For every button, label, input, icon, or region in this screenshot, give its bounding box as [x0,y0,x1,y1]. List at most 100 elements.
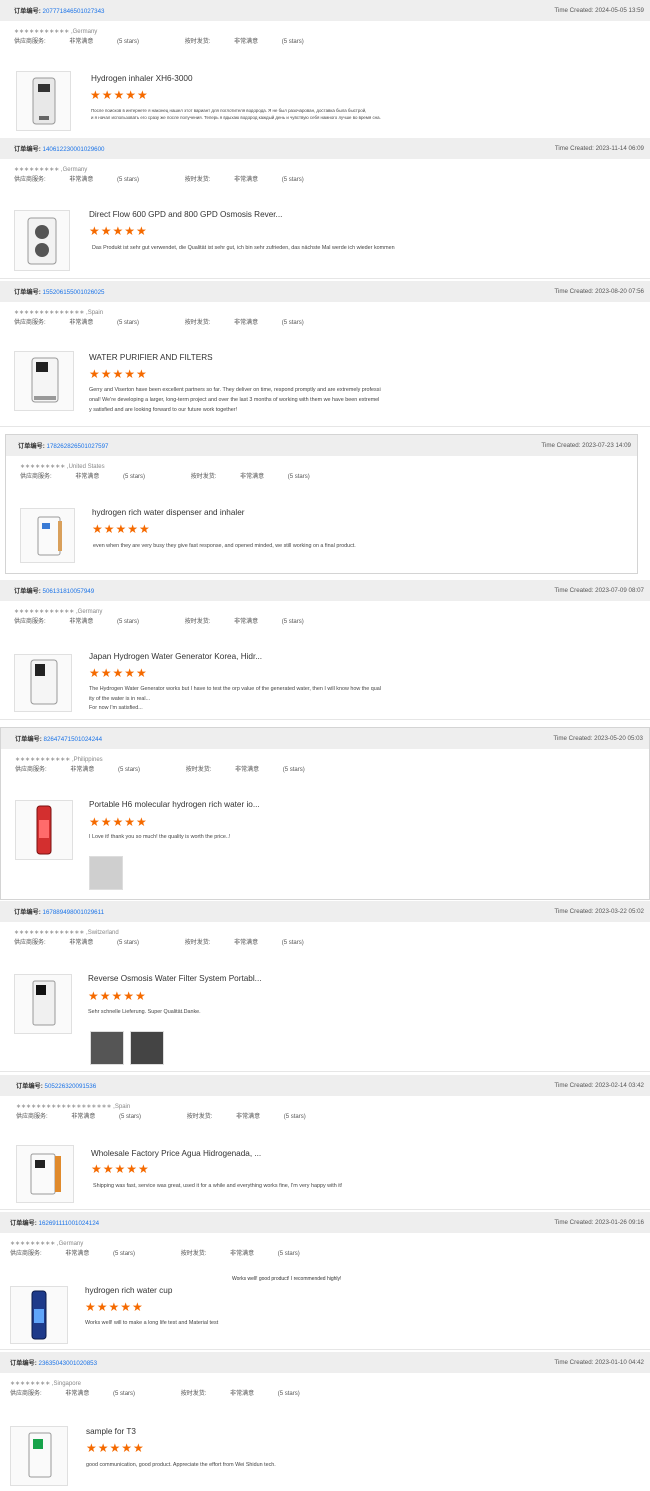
rating-row: 供应商服务: 非常满意 (5 stars) 按时发货: 非常满意 (5 star… [14,619,304,625]
star-rating: ★★★★★ [91,1162,150,1176]
review-header: 订单编号: 155206155001026025 Time Created: 2… [0,281,650,302]
review-comment: The Hydrogen Water Generator works but I… [89,686,381,711]
product-title[interactable]: hydrogen rich water dispenser and inhale… [92,508,244,517]
review-header: 订单编号: 167889498001029611 Time Created: 2… [0,901,650,922]
inhaler-product-icon[interactable] [16,71,71,131]
buyer-info: ∗∗∗∗∗∗∗∗∗∗∗∗ ,Germany [14,609,103,615]
review-header: 订单编号: 140612230001029600 Time Created: 2… [0,138,650,159]
rating-row: 供应商服务: 非常满意 (5 stars) 按时发货: 非常满意 (5 star… [10,1391,300,1397]
review-header: 订单编号: 178262826501027597 Time Created: 2… [6,435,637,456]
star-rating: ★★★★★ [88,989,147,1003]
review-header: 订单编号: 506131810057949 Time Created: 2023… [0,580,650,601]
review-card: 订单编号: 506131810057949 Time Created: 2023… [0,580,650,720]
order-number-link[interactable]: 178262826501027597 [47,443,109,450]
review-card: 订单编号: 140612230001029600 Time Created: 2… [0,138,650,279]
ro-filter-product-icon[interactable] [14,210,70,271]
star-rating: ★★★★★ [89,815,148,829]
star-rating: ★★★★★ [89,224,148,238]
star-rating: ★★★★★ [89,367,148,381]
time-created: 2023-02-14 03:42 [595,1082,644,1089]
product-title[interactable]: Wholesale Factory Price Agua Hidrogenada… [91,1149,261,1158]
order-number-link[interactable]: 505226320091536 [45,1083,97,1090]
order-number-link[interactable]: 155206155001026025 [43,289,105,296]
time-created: 2023-08-20 07:56 [595,288,644,295]
ro-system-product-icon[interactable] [14,974,72,1034]
review-comment: Das Produkt ist sehr gut verwendet, die … [92,245,395,251]
star-rating: ★★★★★ [90,88,149,102]
water-purifier-product-icon[interactable] [14,351,74,411]
review-note: Works well! good product! I recommended … [232,1276,342,1282]
review-comment: После поисков в интернете я наконец наше… [91,108,381,120]
rating-row: 供应商服务: 非常满意 (5 stars) 按时发货: 非常满意 (5 star… [14,940,304,946]
order-number-link[interactable]: 167889498001029611 [43,909,104,916]
order-number-link[interactable]: 140612230001029600 [43,146,105,153]
buyer-info: ∗∗∗∗∗∗∗∗∗ ,United States [20,464,105,470]
review-photo[interactable] [130,1031,164,1065]
time-created: 2024-05-05 13:59 [595,7,644,14]
review-comment: Shipping was fast, service was great, us… [93,1183,343,1189]
star-rating: ★★★★★ [85,1300,144,1314]
order-number-link[interactable]: 236350430010208​53 [39,1360,98,1367]
buyer-info: ∗∗∗∗∗∗∗∗∗∗∗∗∗∗ ,Spain [14,310,104,316]
review-header: 订单编号: 162691111001024124 Time Created: 2… [0,1212,650,1233]
time-created: 2023-07-09 08:07 [595,587,644,594]
rating-row: 供应商服务: 非常满意 (5 stars) 按时发货: 非常满意 (5 star… [14,177,304,183]
time-created: 2023-01-26 09:16 [595,1219,644,1226]
water-cup-product-icon[interactable] [10,1286,68,1344]
review-comment: Sehr schnelle Lieferung. Super Qualität.… [88,1009,201,1015]
review-photo[interactable] [90,1031,124,1065]
review-card: 订单编号: 162691111001024124 Time Created: 2… [0,1212,650,1350]
review-photo[interactable] [89,856,123,890]
product-title[interactable]: Japan Hydrogen Water Generator Korea, Hi… [89,652,262,661]
time-created: 2023-05-20 05:03 [594,735,643,742]
star-rating: ★★★★★ [92,522,151,536]
time-created: 2023-11-14 06:09 [595,145,644,152]
review-comment: good communication, good product. Apprec… [86,1462,276,1468]
buyer-info: ∗∗∗∗∗∗∗∗∗ ,Germany [14,167,88,173]
review-card: 订单编号: 826474715010242​44 Time Created: 2… [0,727,650,900]
rating-row: 供应商服务: 非常满意 (5 stars) 按时发货: 非常满意 (5 star… [14,320,304,326]
agua-dispenser-product-icon[interactable] [16,1145,74,1203]
review-header: 订单编号: 826474715010242​44 Time Created: 2… [1,728,649,749]
star-rating: ★★★★★ [89,666,148,680]
order-number-link[interactable]: 162691111001024124 [39,1220,100,1227]
review-card: 订单编号: 207771846501027343 Time Created: 2… [0,0,650,141]
order-number-link[interactable]: 826474715010242​44 [44,736,103,743]
product-title[interactable]: hydrogen rich water cup [85,1286,172,1295]
product-title[interactable]: Hydrogen inhaler XH6-3000 [91,74,193,83]
dispenser-product-icon[interactable] [20,508,75,563]
product-title[interactable]: Reverse Osmosis Water Filter System Port… [88,974,262,983]
star-rating: ★★★★★ [86,1441,145,1455]
product-title[interactable]: WATER PURIFIER AND FILTERS [89,353,213,362]
order-number-link[interactable]: 207771846501027343 [43,8,105,15]
review-comment: Gerry and Viserton have been excellent p… [89,387,381,413]
rating-row: 供应商服务: 非常满意 (5 stars) 按时发货: 非常满意 (5 star… [10,1251,300,1257]
review-card: 订单编号: 178262826501027597 Time Created: 2… [5,434,638,574]
buyer-info: ∗∗∗∗∗∗∗∗∗ ,Germany [10,1241,84,1247]
buyer-info: ∗∗∗∗∗∗∗∗∗∗∗ ,Philippines [15,757,103,763]
review-comment: Works well! will to make a long life tes… [85,1320,219,1326]
product-title[interactable]: Direct Flow 600 GPD and 800 GPD Osmosis … [89,210,282,219]
rating-row: 供应商服务: 非常满意 (5 stars) 按时发货: 非常满意 (5 star… [20,474,310,480]
buyer-info: ∗∗∗∗∗∗∗∗∗∗∗ ,Germany [14,29,98,35]
time-created: 2023-03-22 05:02 [595,908,644,915]
product-title[interactable]: Portable H6 molecular hydrogen rich wate… [89,800,260,809]
order-label: 订单编号: [14,8,41,15]
review-header: 订单编号: 236350430010208​53 Time Created: 2… [0,1352,650,1373]
review-header: 订单编号: 207771846501027343 Time Created: 2… [0,0,650,21]
hydrogen-bottle-product-icon[interactable] [15,800,73,860]
generator-product-icon[interactable] [14,654,72,712]
time-label: Time Created: [554,7,594,14]
rating-row: 供应商服务: 非常满意 (5 stars) 按时发货: 非常满意 (5 star… [14,39,304,45]
buyer-info: ∗∗∗∗∗∗∗∗∗∗∗∗∗∗ ,Switzerland [14,930,119,936]
review-comment: I Love it! thank you so much! the qualit… [89,834,231,840]
buyer-info: ∗∗∗∗∗∗∗∗ ,Singapore [10,1381,81,1387]
time-created: 2023-01-10 04:42 [595,1359,644,1366]
review-card: 订单编号: 236350430010208​53 Time Created: 2… [0,1352,650,1491]
product-title[interactable]: sample for T3 [86,1427,136,1436]
t3-dispenser-product-icon[interactable] [10,1426,68,1486]
order-number-link[interactable]: 506131810057949 [43,588,95,595]
review-card: 订单编号: 167889498001029611 Time Created: 2… [0,901,650,1072]
time-created: 2023-07-23 14:09 [582,442,631,449]
review-card: 订单编号: 155206155001026025 Time Created: 2… [0,281,650,427]
